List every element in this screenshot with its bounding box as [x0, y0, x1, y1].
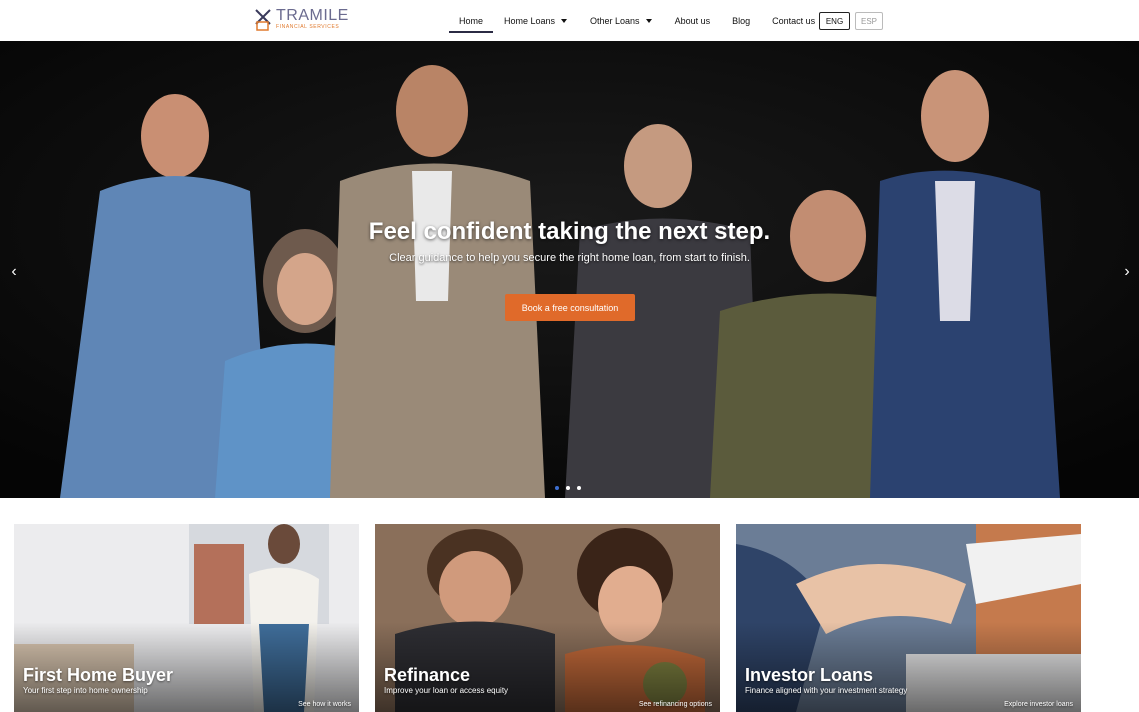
card-refinance[interactable]: Refinance Improve your loan or access eq…: [375, 524, 720, 712]
language-english-button[interactable]: ENG: [819, 12, 850, 30]
book-consultation-button[interactable]: Book a free consultation: [505, 294, 635, 321]
card-title: Refinance: [384, 665, 471, 685]
nav-item-label: Home Loans: [504, 15, 556, 26]
card-link[interactable]: See refinancing options: [639, 701, 712, 708]
nav-item-home-loans[interactable]: Home Loans: [504, 0, 568, 41]
nav-item-label: Other Loans: [590, 15, 640, 26]
site-header: TRAMILE Financial Services Home Home Loa…: [0, 0, 1139, 41]
hero-team-photo: [0, 41, 1139, 498]
nav-item-contact-us[interactable]: Contact us: [772, 0, 815, 41]
card-investor-loans[interactable]: Investor Loans Finance aligned with your…: [736, 524, 1081, 712]
card-subtitle: Finance aligned with your investment str…: [745, 686, 908, 695]
nav-item-other-loans[interactable]: Other Loans: [590, 0, 652, 41]
caret-down-icon: [561, 18, 568, 23]
nav-item-about-us[interactable]: About us: [675, 0, 711, 41]
hero-title: Feel confident taking the next step.: [368, 218, 771, 245]
hero-slider: Feel confident taking the next step. Cle…: [0, 41, 1139, 498]
card-subtitle: Your first step into home ownership: [23, 686, 148, 695]
nav-item-label: Contact us: [772, 15, 816, 26]
nav-item-label: Home: [458, 15, 483, 26]
card-link[interactable]: Explore investor loans: [1004, 701, 1073, 708]
chevron-left-icon[interactable]: ‹: [7, 263, 21, 281]
nav-item-label: About us: [674, 15, 711, 26]
logo-wordmark: TRAMILE: [276, 7, 349, 24]
logo-mark-icon: [254, 8, 274, 32]
chevron-right-icon[interactable]: ›: [1120, 263, 1134, 281]
card-title: Investor Loans: [745, 665, 874, 685]
hero-subtitle: Clear guidance to help you secure the ri…: [389, 252, 750, 264]
slider-dot-3[interactable]: [577, 486, 581, 490]
slider-dot-1[interactable]: [555, 486, 559, 490]
nav-item-blog[interactable]: Blog: [732, 0, 750, 41]
main-nav: Home Home Loans Other Loans About us Blo…: [449, 0, 815, 41]
logo-tagline: Financial Services: [276, 24, 340, 30]
card-title: First Home Buyer: [23, 665, 174, 685]
nav-item-home[interactable]: Home: [449, 0, 493, 41]
slider-dots: [555, 486, 581, 490]
card-link[interactable]: See how it works: [298, 701, 351, 708]
language-spanish-button[interactable]: ESP: [855, 12, 883, 30]
card-first-home-buyer[interactable]: First Home Buyer Your first step into ho…: [14, 524, 359, 712]
card-subtitle: Improve your loan or access equity: [384, 686, 509, 695]
slider-dot-2[interactable]: [566, 486, 570, 490]
nav-item-label: Blog: [732, 15, 751, 26]
caret-down-icon: [645, 18, 652, 23]
logo[interactable]: TRAMILE Financial Services: [254, 7, 349, 34]
